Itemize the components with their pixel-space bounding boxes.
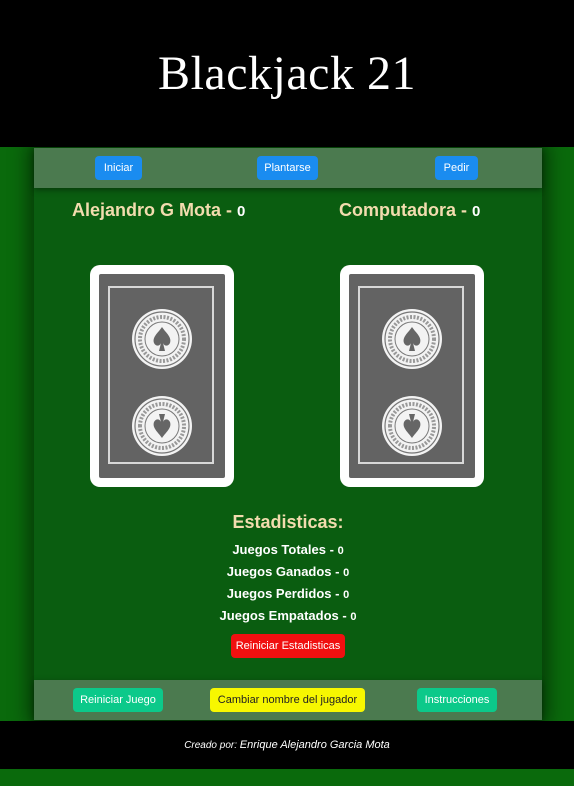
game-board: Iniciar Plantarse Pedir Alejandro G Mota… <box>34 148 542 720</box>
bridge-league-seal-icon <box>132 396 192 456</box>
stat-label: Juegos Empatados <box>219 608 339 623</box>
stat-row-tied: Juegos Empatados - 0 <box>34 608 542 623</box>
stat-label: Juegos Perdidos <box>226 586 332 601</box>
player-separator: - <box>221 200 238 220</box>
stat-separator: - <box>331 564 344 579</box>
computer-heading: Computadora - 0 <box>339 200 480 221</box>
bridge-league-seal-icon <box>382 396 442 456</box>
stand-button[interactable]: Plantarse <box>257 156 318 180</box>
footer-author: Enrique Alejandro Garcia Mota <box>239 739 390 751</box>
hit-button[interactable]: Pedir <box>435 156 478 180</box>
stat-value: 0 <box>337 545 344 557</box>
stat-value: 0 <box>343 589 350 601</box>
computer-score: 0 <box>472 203 481 220</box>
top-action-bar: Iniciar Plantarse Pedir <box>34 148 542 188</box>
stat-label: Juegos Totales <box>232 542 326 557</box>
rename-player-button[interactable]: Cambiar nombre del jugador <box>210 688 365 712</box>
bottom-action-bar: Reiniciar Juego Cambiar nombre del jugad… <box>34 680 542 720</box>
bridge-league-seal-icon <box>132 309 192 369</box>
stat-row-won: Juegos Ganados - 0 <box>34 564 542 579</box>
stat-separator: - <box>331 586 344 601</box>
footer: Creado por: Enrique Alejandro Garcia Mot… <box>0 721 574 769</box>
player-score: 0 <box>237 203 246 220</box>
computer-separator: - <box>456 200 472 220</box>
player-heading: Alejandro G Mota - 0 <box>72 200 245 221</box>
footer-prefix: Creado por: <box>184 739 237 751</box>
reset-stats-button[interactable]: Reiniciar Estadisticas <box>231 634 345 658</box>
start-button[interactable]: Iniciar <box>95 156 142 180</box>
restart-game-button[interactable]: Reiniciar Juego <box>73 688 163 712</box>
stat-separator: - <box>326 542 338 557</box>
stat-row-lost: Juegos Perdidos - 0 <box>34 586 542 601</box>
computer-name: Computadora <box>339 200 456 220</box>
stat-row-total: Juegos Totales - 0 <box>34 542 542 557</box>
stats-title: Estadisticas: <box>232 512 344 532</box>
bridge-league-seal-icon <box>382 309 442 369</box>
header: Blackjack 21 <box>0 0 574 147</box>
computer-card-back <box>340 265 484 487</box>
stat-separator: - <box>338 608 351 623</box>
stat-value: 0 <box>343 567 350 579</box>
player-card-back <box>90 265 234 487</box>
player-name: Alejandro G Mota <box>72 200 222 220</box>
instructions-button[interactable]: Instrucciones <box>417 688 497 712</box>
stat-label: Juegos Ganados <box>226 564 332 579</box>
page-title: Blackjack 21 <box>158 47 416 100</box>
stat-value: 0 <box>350 611 357 623</box>
